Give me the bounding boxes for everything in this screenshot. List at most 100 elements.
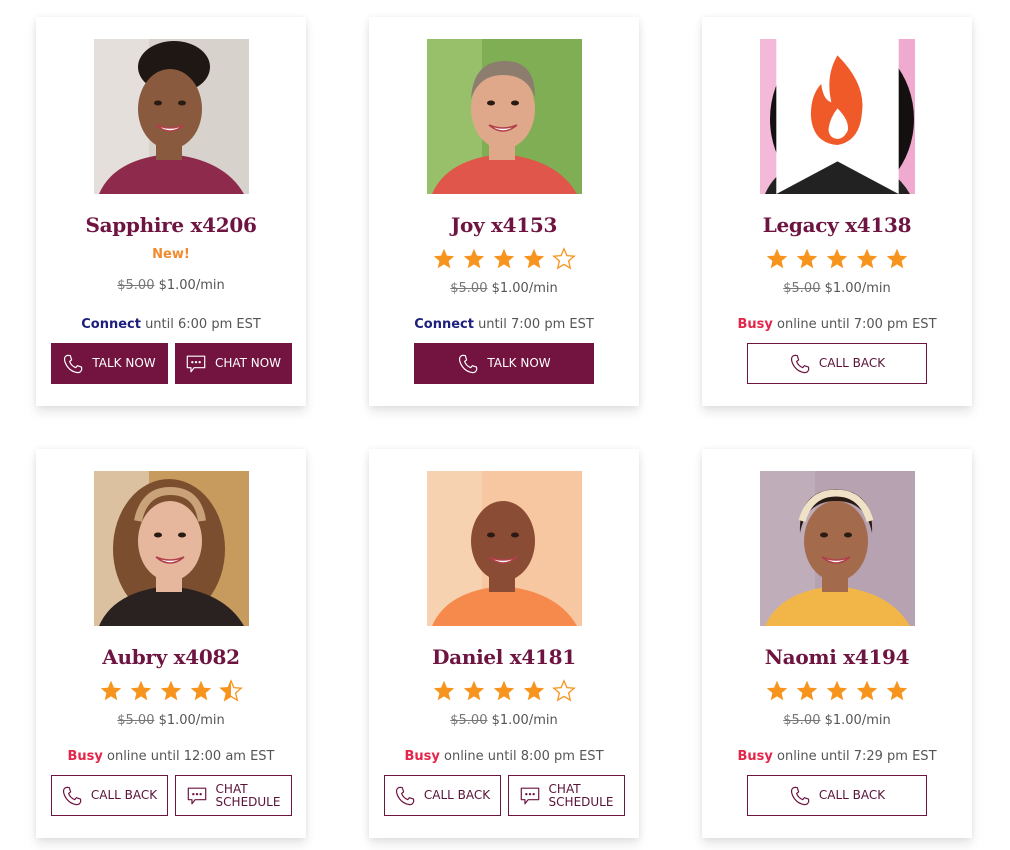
price-old: $5.00 (783, 281, 821, 296)
star-empty-icon (552, 247, 576, 270)
star-rating (702, 247, 972, 271)
button-label: TALK NOW (487, 356, 551, 370)
status-word: Busy (737, 749, 773, 764)
action-buttons: CALL BACK (702, 775, 972, 816)
availability-status: Busy online until 7:29 pm EST (702, 749, 972, 764)
price-new: $1.00/min (158, 713, 225, 728)
new-badge: New! (152, 247, 190, 262)
star-full-icon (886, 248, 908, 269)
status-text: online until 7:29 pm EST (772, 749, 937, 764)
button-label: CALL BACK (423, 788, 491, 802)
price: $5.00 $1.00/min (369, 281, 639, 296)
status-word: Connect (81, 317, 141, 332)
phone-icon (790, 786, 810, 805)
advisor-card[interactable]: Sapphire x4206 New! $5.00 $1.00/min Connect… (36, 17, 306, 406)
star-full-icon (463, 248, 485, 269)
advisor-card[interactable]: Naomi x4194 $5.00 $1.00/min Busy online un… (702, 449, 972, 838)
advisor-name[interactable]: Joy x4153 (369, 213, 639, 237)
talk-now-button[interactable]: TALK NOW (50, 343, 168, 384)
call-back-button[interactable]: CALL BACK (50, 775, 168, 816)
action-buttons: CALL BACK CHAT SCHEDULE (369, 775, 639, 816)
action-buttons: TALK NOW (369, 343, 639, 384)
star-full-icon (766, 680, 788, 701)
advisor-name[interactable]: Naomi x4194 (702, 645, 972, 669)
call-back-button[interactable]: CALL BACK (747, 343, 927, 384)
star-full-icon (826, 680, 848, 701)
price-new: $1.00/min (824, 713, 891, 728)
price: $5.00 $1.00/min (36, 713, 306, 728)
availability-status: Connect until 6:00 pm EST (36, 317, 306, 332)
status-word: Connect (414, 317, 474, 332)
price: $5.00 $1.00/min (36, 278, 306, 293)
star-rating (369, 679, 639, 703)
call-back-button[interactable]: CALL BACK (383, 775, 501, 816)
advisor-card[interactable]: Legacy x4138 $5.00 $1.00/min Busy online u… (702, 17, 972, 406)
status-text: online until 7:00 pm EST (772, 317, 937, 332)
advisor-photo[interactable] (427, 471, 582, 626)
call-back-button[interactable]: CALL BACK (747, 775, 927, 816)
action-buttons: CALL BACK (702, 343, 972, 384)
action-buttons: TALK NOW CHAT NOW (36, 343, 306, 384)
price-new: $1.00/min (158, 278, 225, 293)
price: $5.00 $1.00/min (369, 713, 639, 728)
star-rating (36, 679, 306, 703)
button-label: CHAT SCHEDULE (215, 781, 281, 809)
advisor-name[interactable]: Sapphire x4206 (36, 213, 306, 237)
price-new: $1.00/min (491, 281, 558, 296)
status-text: online until 8:00 pm EST (439, 749, 604, 764)
phone-icon (64, 354, 83, 373)
advisor-card[interactable]: Daniel x4181 $5.00 $1.00/min Busy online u… (369, 449, 639, 838)
action-buttons: CALL BACK CHAT SCHEDULE (36, 775, 306, 816)
price-old: $5.00 (117, 278, 155, 293)
price-old: $5.00 (783, 713, 821, 728)
phone-icon (62, 786, 82, 805)
phone-icon (459, 354, 478, 373)
button-label: CHAT NOW (214, 356, 282, 370)
chat-now-button[interactable]: CHAT NOW (174, 343, 292, 384)
button-label: TALK NOW (92, 356, 156, 370)
advisor-photo[interactable] (760, 471, 915, 626)
phone-icon (790, 354, 810, 373)
star-full-icon (463, 680, 485, 701)
chat-schedule-button[interactable]: CHAT SCHEDULE (174, 775, 292, 816)
chat-schedule-button[interactable]: CHAT SCHEDULE (507, 775, 625, 816)
star-full-icon (856, 680, 878, 701)
price: $5.00 $1.00/min (702, 713, 972, 728)
status-word: Busy (67, 749, 103, 764)
button-label: CHAT SCHEDULE (548, 781, 614, 809)
status-word: Busy (737, 317, 773, 332)
advisor-name[interactable]: Legacy x4138 (702, 213, 972, 237)
star-full-icon (433, 680, 455, 701)
advisor-photo[interactable] (94, 471, 249, 626)
price: $5.00 $1.00/min (702, 281, 972, 296)
star-full-icon (523, 680, 545, 701)
star-full-icon (856, 248, 878, 269)
availability-status: Busy online until 8:00 pm EST (369, 749, 639, 764)
button-label: CALL BACK (90, 788, 158, 802)
star-rating (702, 679, 972, 703)
availability-status: Busy online until 12:00 am EST (36, 749, 306, 764)
status-text: online until 12:00 am EST (102, 749, 275, 764)
star-full-icon (796, 680, 818, 701)
price-new: $1.00/min (491, 713, 558, 728)
advisor-photo[interactable] (427, 39, 582, 194)
advisor-photo[interactable] (94, 39, 249, 194)
advisor-photo[interactable] (760, 39, 915, 194)
availability-status: Busy online until 7:00 pm EST (702, 317, 972, 332)
talk-now-button[interactable]: TALK NOW (414, 343, 594, 384)
advisor-name[interactable]: Daniel x4181 (369, 645, 639, 669)
star-full-icon (493, 248, 515, 269)
advisor-card[interactable]: Joy x4153 $5.00 $1.00/min Connect until 7:… (369, 17, 639, 406)
advisor-card[interactable]: Aubry x4082 $5.00 $1.00/min Busy online un… (36, 449, 306, 838)
status-text: until 6:00 pm EST (140, 317, 261, 332)
status-text: until 7:00 pm EST (473, 317, 594, 332)
phone-icon (395, 786, 415, 805)
button-label: CALL BACK (818, 356, 886, 370)
star-full-icon (130, 680, 152, 701)
star-half-icon (219, 679, 243, 702)
star-full-icon (493, 680, 515, 701)
star-full-icon (100, 680, 122, 701)
star-full-icon (796, 248, 818, 269)
status-word: Busy (404, 749, 440, 764)
advisor-name[interactable]: Aubry x4082 (36, 645, 306, 669)
